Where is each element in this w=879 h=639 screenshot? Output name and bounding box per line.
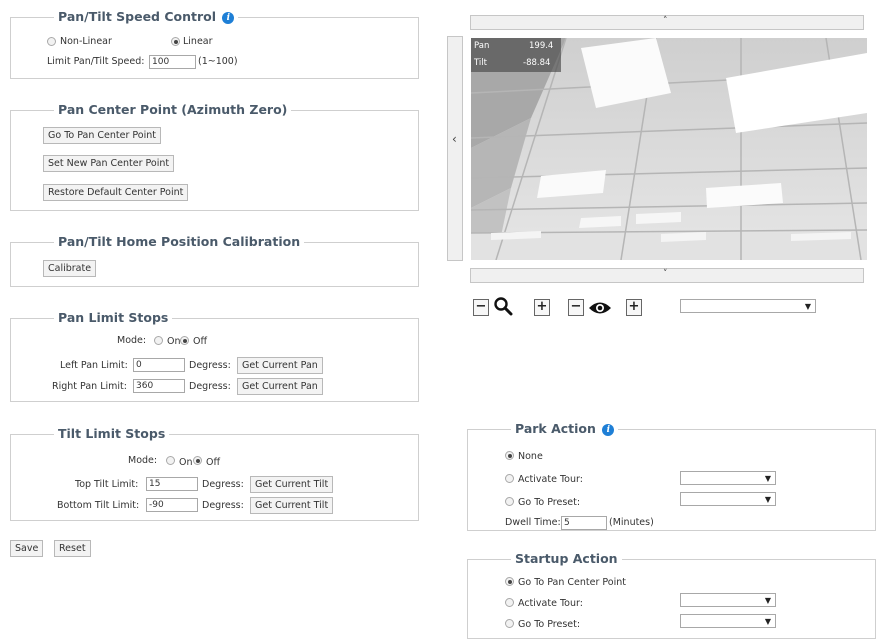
right-pan-units: Degress: — [189, 381, 231, 392]
tilt-mode-on-radio[interactable] — [166, 456, 175, 465]
info-icon[interactable]: i — [222, 12, 235, 24]
bottom-tilt-units: Degress: — [202, 500, 244, 511]
tilt-mode-off-radio[interactable] — [193, 456, 202, 465]
dwell-time-units: (Minutes) — [609, 517, 654, 528]
zoom-in-button[interactable]: + — [534, 299, 550, 316]
non-linear-label: Non-Linear — [60, 36, 112, 47]
ptz-readout: Pan 199.4 Tilt -88.84 — [471, 38, 561, 72]
pan-mode-off-label: Off — [193, 336, 208, 347]
limit-speed-input[interactable]: 100 — [149, 55, 196, 69]
park-none-radio[interactable] — [505, 451, 514, 460]
dropdown-arrow-icon: ▼ — [764, 474, 771, 483]
startup-activate-tour-label: Activate Tour: — [518, 598, 583, 609]
startup-activate-tour-radio[interactable] — [505, 598, 514, 607]
linear-radio[interactable] — [171, 37, 180, 46]
top-tilt-limit-label: Top Tilt Limit: — [75, 479, 139, 490]
reset-button[interactable]: Reset — [54, 540, 91, 557]
pan-mode-on-radio[interactable] — [154, 336, 163, 345]
speed-control-panel: Pan/Tilt Speed Control i — [10, 9, 419, 79]
tilt-down-bar[interactable]: ˅ — [470, 268, 864, 283]
tilt-mode-off-label: Off — [206, 457, 221, 468]
startup-tour-select[interactable]: ▼ — [680, 593, 776, 607]
pan-left-bar[interactable]: ‹ — [447, 36, 463, 261]
pan-limit-title: Pan Limit Stops — [54, 310, 173, 325]
pan-mode-label: Mode: — [117, 335, 147, 346]
calibrate-button[interactable]: Calibrate — [43, 260, 97, 277]
dwell-time-label: Dwell Time: — [505, 517, 561, 528]
camera-video-view[interactable]: Pan 199.4 Tilt -88.84 — [471, 38, 867, 260]
top-tilt-limit-input[interactable]: 15 — [146, 477, 198, 491]
dropdown-arrow-icon: ▼ — [764, 617, 771, 626]
park-none-label: None — [518, 451, 543, 462]
dropdown-arrow-icon: ▼ — [764, 495, 771, 504]
park-activate-tour-radio[interactable] — [505, 474, 514, 483]
dropdown-arrow-icon: ▼ — [804, 302, 811, 311]
startup-pan-center-label: Go To Pan Center Point — [518, 577, 626, 588]
top-tilt-units: Degress: — [202, 479, 244, 490]
bottom-tilt-limit-label: Bottom Tilt Limit: — [57, 500, 140, 511]
eye-icon — [588, 300, 612, 316]
limit-speed-range: (1~100) — [198, 56, 238, 67]
magnifier-icon — [493, 296, 513, 316]
get-current-pan-right-button[interactable]: Get Current Pan — [237, 378, 323, 395]
home-calibration-title: Pan/Tilt Home Position Calibration — [54, 234, 305, 249]
info-icon[interactable]: i — [602, 424, 615, 436]
park-tour-select[interactable]: ▼ — [680, 471, 776, 485]
startup-go-to-preset-radio[interactable] — [505, 619, 514, 628]
left-pan-limit-input[interactable]: 0 — [133, 358, 185, 372]
pan-readout-value: 199.4 — [529, 41, 554, 51]
limit-speed-label: Limit Pan/Tilt Speed: — [47, 56, 145, 67]
non-linear-radio[interactable] — [47, 37, 56, 46]
tilt-readout-value: -88.84 — [523, 58, 551, 68]
tilt-mode-label: Mode: — [128, 455, 158, 466]
park-preset-select[interactable]: ▼ — [680, 492, 776, 506]
tilt-up-bar[interactable]: ˄ — [470, 15, 864, 30]
linear-label: Linear — [183, 36, 213, 47]
park-go-to-preset-radio[interactable] — [505, 497, 514, 506]
startup-action-title: Startup Action — [511, 551, 622, 566]
get-current-tilt-bottom-button[interactable]: Get Current Tilt — [250, 497, 334, 514]
chevron-up-icon: ˄ — [663, 16, 668, 26]
dwell-time-input[interactable]: 5 — [561, 516, 607, 530]
speed-control-title: Pan/Tilt Speed Control i — [54, 9, 239, 24]
pan-mode-off-radio[interactable] — [180, 336, 189, 345]
tilt-limit-title: Tilt Limit Stops — [54, 426, 170, 441]
get-current-tilt-top-button[interactable]: Get Current Tilt — [250, 476, 334, 493]
left-pan-limit-label: Left Pan Limit: — [60, 360, 128, 371]
zoom-out-button[interactable]: − — [473, 299, 489, 316]
park-action-title: Park Action i — [511, 421, 619, 436]
chevron-down-icon: ˅ — [663, 269, 668, 279]
focus-near-button[interactable]: − — [568, 299, 584, 316]
save-button[interactable]: Save — [10, 540, 44, 557]
dropdown-arrow-icon: ▼ — [764, 596, 771, 605]
get-current-pan-left-button[interactable]: Get Current Pan — [237, 357, 323, 374]
right-pan-limit-input[interactable]: 360 — [133, 379, 185, 393]
left-pan-units: Degress: — [189, 360, 231, 371]
set-new-pan-center-button[interactable]: Set New Pan Center Point — [43, 155, 175, 172]
tilt-mode-on-label: On — [179, 457, 193, 468]
startup-preset-select[interactable]: ▼ — [680, 614, 776, 628]
bottom-tilt-limit-input[interactable]: -90 — [146, 498, 198, 512]
pan-mode-on-label: On — [167, 336, 181, 347]
go-to-pan-center-button[interactable]: Go To Pan Center Point — [43, 127, 161, 144]
startup-go-to-preset-label: Go To Preset: — [518, 619, 581, 630]
tilt-readout-label: Tilt — [474, 58, 487, 68]
focus-far-button[interactable]: + — [626, 299, 642, 316]
right-pan-limit-label: Right Pan Limit: — [52, 381, 127, 392]
park-activate-tour-label: Activate Tour: — [518, 474, 583, 485]
restore-default-center-button[interactable]: Restore Default Center Point — [43, 184, 189, 201]
pan-center-title: Pan Center Point (Azimuth Zero) — [54, 102, 292, 117]
startup-pan-center-radio[interactable] — [505, 577, 514, 586]
park-go-to-preset-label: Go To Preset: — [518, 497, 581, 508]
pan-readout-label: Pan — [474, 41, 490, 51]
chevron-left-icon: ‹ — [452, 132, 457, 146]
preset-select[interactable]: ▼ — [680, 299, 816, 313]
